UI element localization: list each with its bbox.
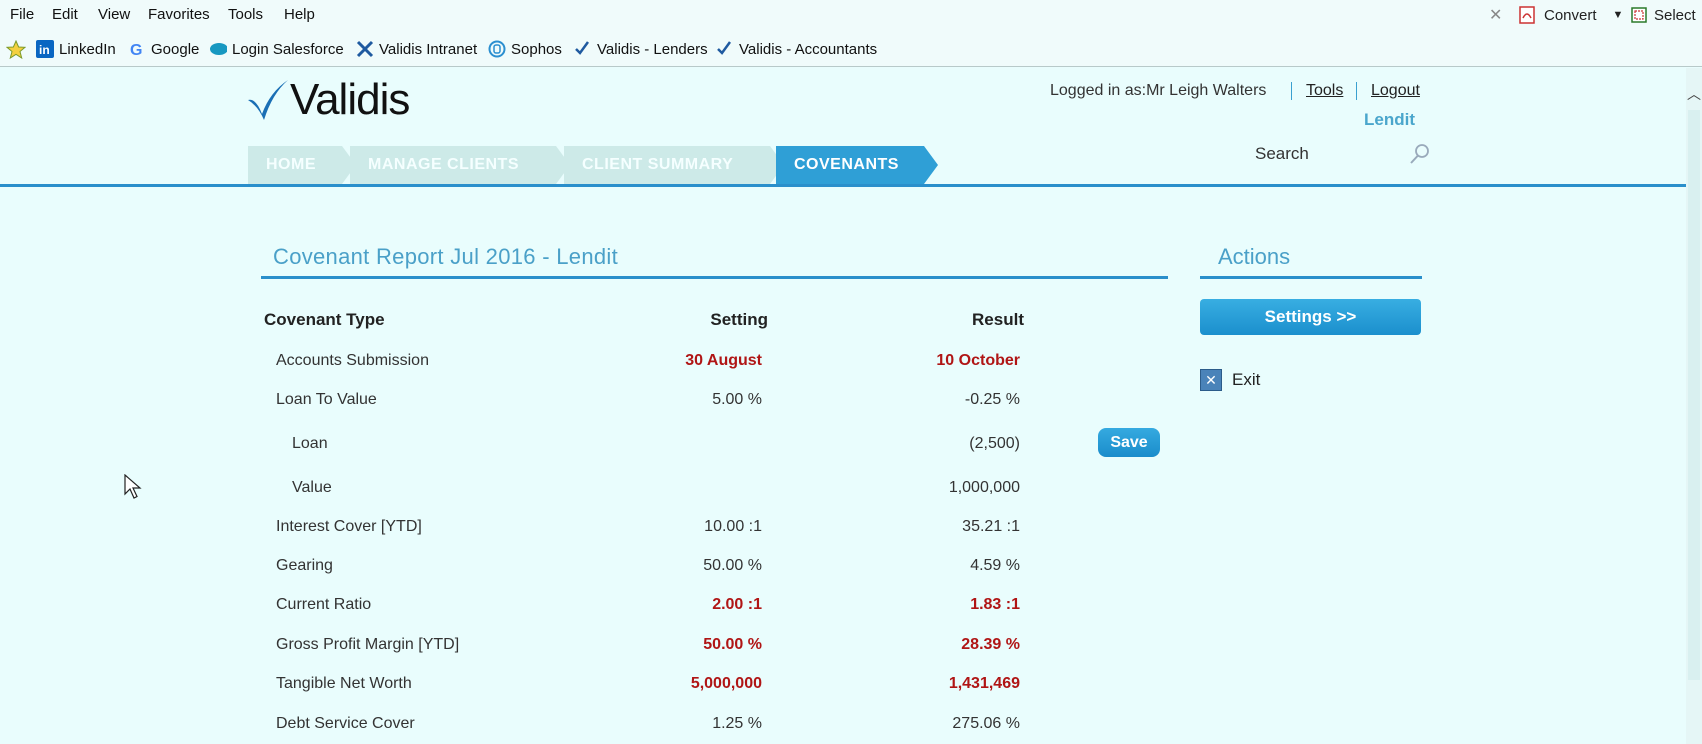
nav-underline [0, 184, 1686, 187]
covenant-type-cell: Tangible Net Worth [276, 675, 412, 692]
covenant-result-cell: 4.59 % [970, 557, 1020, 574]
google-icon: G [130, 42, 142, 58]
select-button[interactable]: Select [1630, 6, 1696, 24]
validis-check-logo-icon [248, 80, 288, 120]
crumb-home[interactable]: HOME [248, 146, 356, 184]
mouse-cursor-icon [124, 474, 142, 499]
tools-link[interactable]: Tools [1306, 82, 1343, 99]
logout-link[interactable]: Logout [1371, 82, 1420, 99]
fav-linkedin[interactable]: in LinkedIn [36, 40, 116, 58]
fav-validis-intranet-label: Validis Intranet [379, 40, 478, 58]
convert-button[interactable]: Convert ▼ [1518, 6, 1623, 24]
fav-google-label: Google [151, 40, 200, 58]
covenant-result-cell: (2,500) [969, 435, 1020, 452]
client-name: Lendit [1364, 110, 1415, 129]
scrollbar-thumb[interactable] [1688, 110, 1700, 680]
fav-sophos-label: Sophos [511, 40, 562, 58]
select-label: Select [1654, 6, 1696, 24]
covenant-result-cell: 28.39 % [961, 636, 1020, 653]
covenant-setting-cell: 10.00 :1 [704, 518, 762, 535]
exit-x-icon: ✕ [1200, 369, 1222, 391]
logo-text: Validis [290, 75, 410, 124]
covenant-setting-cell: 50.00 % [703, 636, 762, 653]
menu-help[interactable]: Help [284, 6, 315, 23]
fav-linkedin-label: LinkedIn [59, 40, 116, 58]
menu-edit[interactable]: Edit [52, 6, 78, 23]
covenant-result-cell: 1,431,469 [948, 675, 1020, 692]
covenant-type-cell: Interest Cover [YTD] [276, 518, 422, 535]
fav-sophos[interactable]: Sophos [488, 40, 562, 58]
menu-favorites[interactable]: Favorites [148, 6, 210, 23]
covenant-result-cell: 1,000,000 [948, 479, 1020, 496]
logged-in-text: Logged in as:Mr Leigh Walters [1050, 82, 1267, 99]
settings-button[interactable]: Settings >> [1200, 299, 1421, 335]
covenant-type-cell: Accounts Submission [276, 352, 429, 369]
report-title-underline [261, 276, 1168, 279]
convert-label: Convert [1544, 6, 1597, 24]
linkedin-icon: in [36, 40, 54, 58]
exit-button[interactable]: ✕ Exit [1200, 369, 1260, 391]
fav-validis-accountants-label: Validis - Accountants [739, 40, 878, 58]
covenant-result-cell: 35.21 :1 [962, 518, 1020, 535]
menu-view[interactable]: View [98, 6, 130, 23]
menu-bar: File Edit View Favorites Tools Help ✕ Co… [0, 0, 1702, 31]
pdf-icon [1519, 6, 1535, 24]
covenant-setting-cell: 2.00 :1 [712, 596, 762, 613]
sophos-icon [488, 40, 506, 58]
fav-validis-intranet[interactable]: Validis Intranet [356, 40, 477, 58]
covenant-setting-cell: 1.25 % [712, 715, 762, 732]
checkmark-icon [717, 41, 732, 55]
covenant-type-cell: Gearing [276, 557, 333, 574]
validis-logo[interactable]: Validis [246, 75, 410, 124]
covenant-type-cell: Loan To Value [276, 391, 377, 408]
crumb-covenants[interactable]: COVENANTS [776, 146, 938, 184]
menu-file[interactable]: File [10, 6, 34, 23]
covenant-type-cell: Loan [292, 435, 328, 452]
menu-tools[interactable]: Tools [228, 6, 263, 23]
covenant-type-cell: Gross Profit Margin [YTD] [276, 636, 460, 653]
svg-text:in: in [39, 43, 50, 57]
salesforce-cloud-icon [210, 43, 227, 55]
crumb-manage-clients[interactable]: MANAGE CLIENTS [350, 146, 570, 184]
svg-text:G: G [130, 42, 142, 58]
covenant-type-cell: Value [292, 479, 332, 496]
covenant-setting-cell: 50.00 % [703, 557, 762, 574]
covenant-result-cell: 10 October [936, 352, 1020, 369]
scroll-up-icon[interactable]: ︿ [1687, 84, 1701, 104]
fav-validis-accountants[interactable]: Validis - Accountants [716, 40, 877, 58]
covenant-setting-cell: 30 August [685, 352, 762, 369]
crumb-client-summary[interactable]: CLIENT SUMMARY [564, 146, 784, 184]
header-setting: Setting [710, 310, 768, 329]
fav-validis-lenders[interactable]: Validis - Lenders [574, 40, 708, 58]
divider [1356, 82, 1357, 100]
report-title: Covenant Report Jul 2016 - Lendit [273, 244, 619, 269]
close-icon[interactable]: ✕ [1489, 5, 1502, 25]
fav-salesforce[interactable]: Login Salesforce [209, 40, 344, 58]
select-icon [1631, 7, 1647, 23]
covenant-setting-cell: 5.00 % [712, 391, 762, 408]
save-button[interactable]: Save [1098, 428, 1160, 457]
actions-underline [1200, 276, 1422, 279]
checkmark-icon [575, 41, 590, 55]
covenant-type-cell: Current Ratio [276, 596, 372, 613]
exit-label: Exit [1232, 370, 1261, 389]
favorites-star-icon[interactable] [6, 40, 26, 60]
fav-validis-lenders-label: Validis - Lenders [597, 40, 708, 58]
header-covenant-type: Covenant Type [264, 310, 385, 329]
validis-x-icon [356, 40, 374, 58]
fav-salesforce-label: Login Salesforce [232, 40, 344, 58]
divider [1291, 82, 1292, 100]
covenant-result-cell: -0.25 % [964, 391, 1020, 408]
favorites-bar: in LinkedIn G Google Login Salesforce Va… [0, 31, 1702, 67]
fav-google[interactable]: G Google [128, 40, 200, 59]
chevron-down-icon[interactable]: ▼ [1613, 9, 1624, 21]
covenant-result-cell: 275.06 % [952, 715, 1020, 732]
covenant-type-cell: Debt Service Cover [276, 715, 415, 732]
covenant-result-cell: 1.83 :1 [970, 596, 1020, 613]
search-icon[interactable] [1408, 142, 1432, 166]
covenant-setting-cell: 5,000,000 [690, 675, 762, 692]
actions-title: Actions [1218, 244, 1291, 269]
header-result: Result [972, 310, 1024, 329]
search-label[interactable]: Search [1255, 144, 1309, 164]
